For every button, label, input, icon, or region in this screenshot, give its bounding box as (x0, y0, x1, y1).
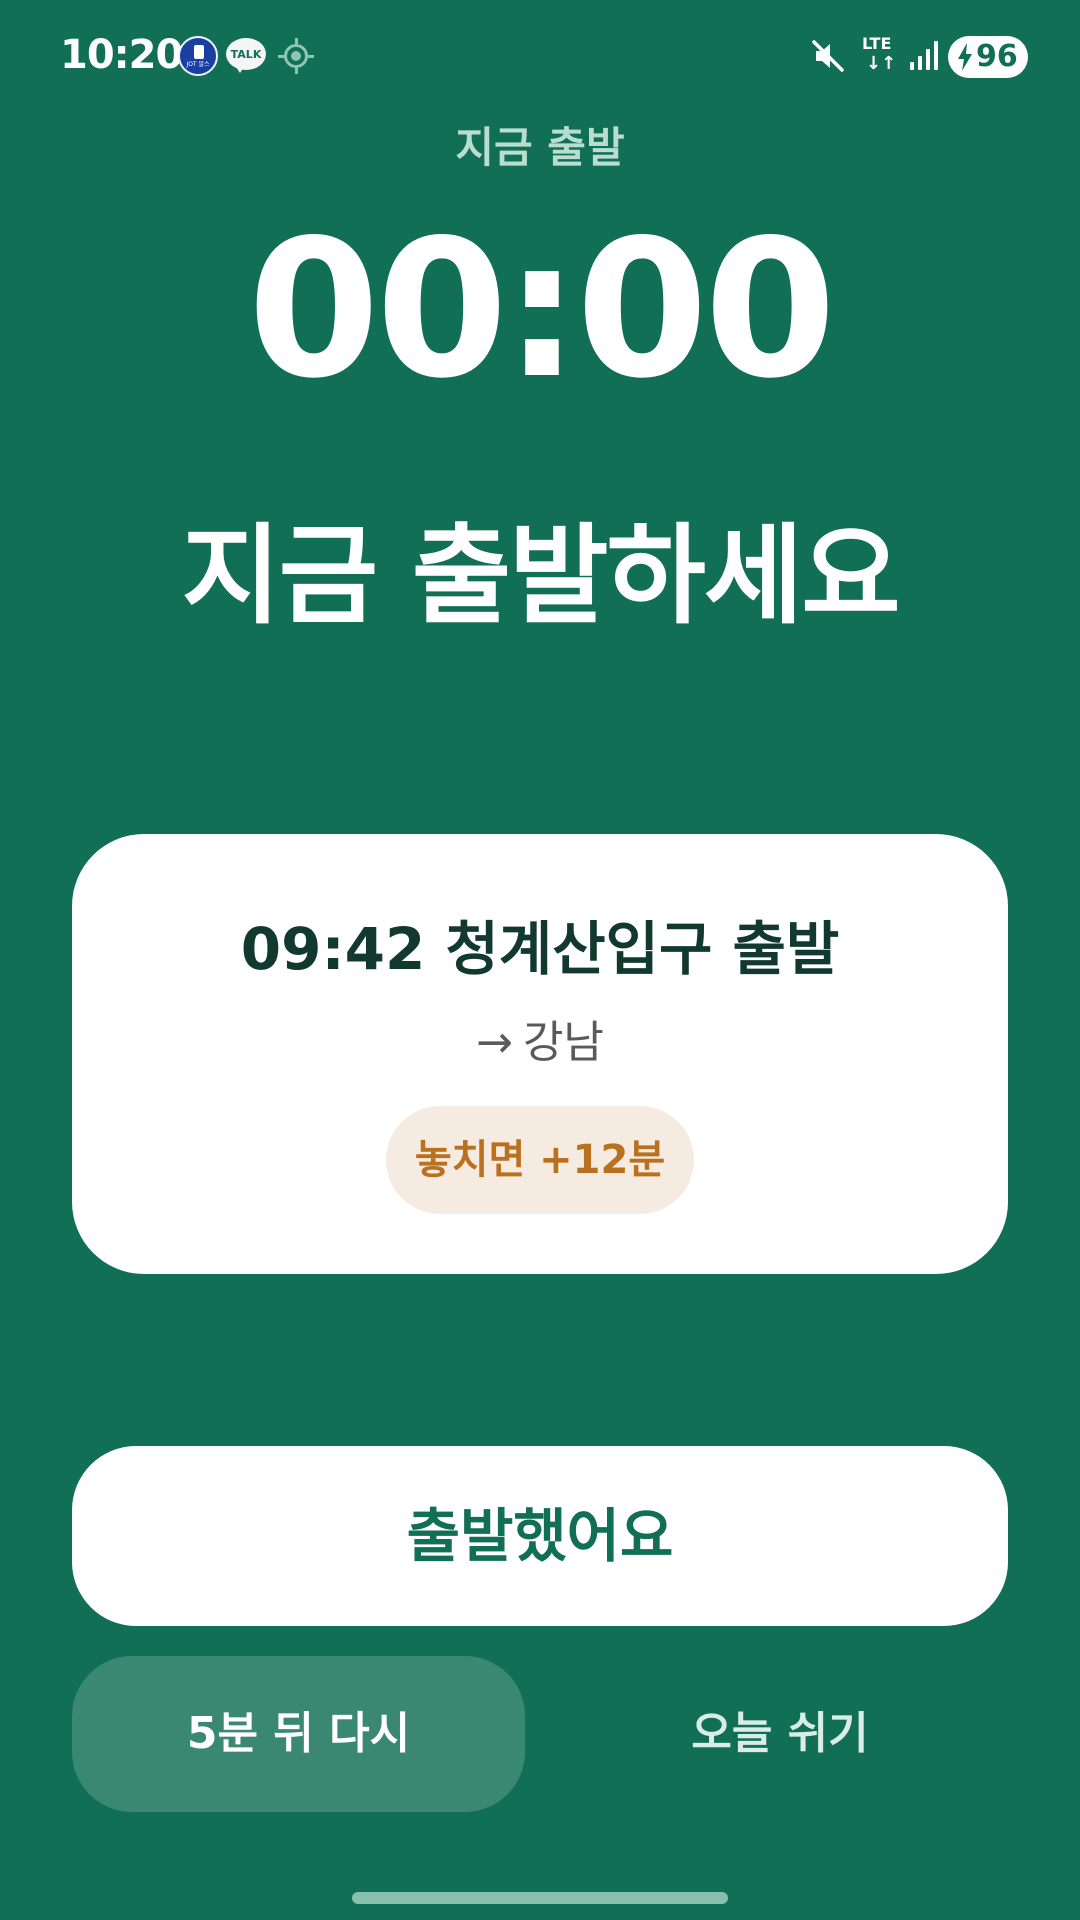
departed-button[interactable]: 출발했어요 (72, 1446, 1008, 1626)
signal-icon (910, 41, 938, 70)
top-label: 지금 출발 (455, 123, 625, 172)
app-notification-text: JOT 알스 (186, 61, 210, 68)
lte-label: LTE (862, 34, 892, 53)
lte-icon: LTE ↓↑ (862, 34, 897, 74)
battery-level: 96 (976, 39, 1018, 74)
departure-title: 09:42 청계산입구 출발 (240, 915, 840, 983)
headline: 지금 출발하세요 (181, 514, 900, 639)
system-icons: LTE ↓↑ 96 (780, 0, 1080, 112)
mute-icon (812, 40, 844, 72)
route-destination: → 강남 (72, 1006, 1008, 1070)
battery-charging-icon: 96 (948, 36, 1028, 78)
skip-today-button[interactable]: 오늘 쉬기 (552, 1656, 1008, 1812)
home-indicator[interactable] (352, 1892, 728, 1904)
status-bar: 10:20 JOT 알스 TALK LTE ↓↑ 96 (0, 0, 1080, 112)
countdown-timer: 00:00 (247, 199, 837, 420)
kakaotalk-icon: TALK (226, 36, 266, 76)
status-clock: 10:20 (60, 32, 183, 78)
destination-label: 강남 (522, 1017, 604, 1068)
app-notification-icon: JOT 알스 (178, 36, 218, 76)
location-icon (276, 36, 316, 76)
snooze-5min-button[interactable]: 5분 뒤 다시 (72, 1656, 525, 1812)
arrow-right-icon: → (476, 1017, 513, 1068)
departure-card: 09:42 청계산입구 출발 → 강남 놓치면 +12분 (72, 834, 1008, 1274)
kakaotalk-text: TALK (230, 48, 262, 61)
alarm-screen: 10:20 JOT 알스 TALK LTE ↓↑ 96 지금 출발 00:00 … (0, 0, 1080, 1920)
missed-penalty-badge: 놓치면 +12분 (386, 1106, 694, 1214)
